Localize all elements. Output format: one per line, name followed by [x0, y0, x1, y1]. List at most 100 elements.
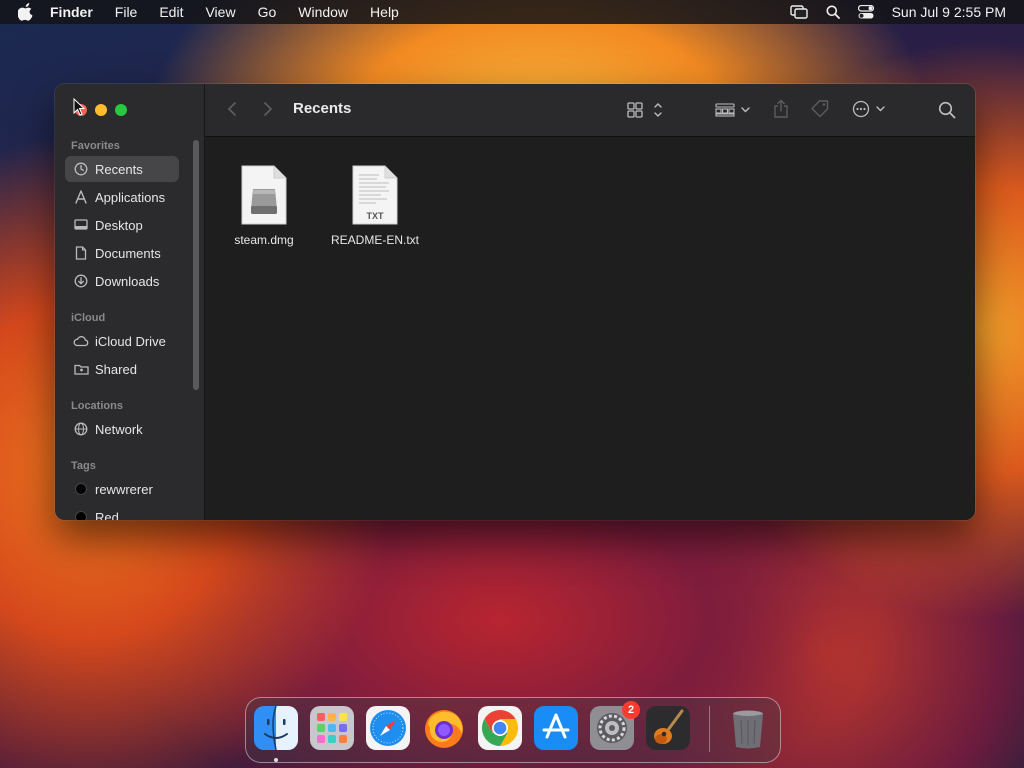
shared-folder-icon — [73, 361, 89, 377]
cloud-icon — [73, 333, 89, 349]
dock-separator — [709, 706, 710, 752]
file-item-steam-dmg[interactable]: steam.dmg — [209, 159, 319, 247]
tag-color-dot — [75, 511, 87, 520]
sidebar-item-label: Network — [95, 421, 143, 437]
menu-clock[interactable]: Sun Jul 9 2:55 PM — [892, 4, 1006, 20]
menu-view[interactable]: View — [205, 4, 235, 20]
tag-color-dot — [75, 483, 87, 495]
group-button[interactable] — [715, 101, 753, 119]
file-name: steam.dmg — [234, 233, 294, 247]
mouse-pointer-icon — [73, 98, 85, 116]
document-icon — [73, 245, 89, 261]
sidebar-item-downloads[interactable]: Downloads — [65, 268, 179, 294]
download-icon — [73, 273, 89, 289]
launchpad-icon — [310, 706, 354, 750]
sidebar-item-label: Recents — [95, 161, 143, 177]
sidebar-item-desktop[interactable]: Desktop — [65, 212, 179, 238]
minimize-button[interactable] — [95, 104, 107, 116]
finder-sidebar: Favorites Recents Applications Desktop D… — [55, 84, 205, 520]
back-button[interactable] — [227, 101, 237, 117]
dock-finder[interactable] — [254, 705, 298, 751]
sidebar-tag-red[interactable]: Red — [65, 504, 179, 520]
apple-menu-icon[interactable] — [18, 3, 36, 21]
finder-icon — [254, 705, 298, 751]
dock-system-settings[interactable]: 2 — [590, 701, 640, 750]
dock: 2 — [245, 697, 781, 763]
sidebar-item-documents[interactable]: Documents — [65, 240, 179, 266]
sidebar-item-network[interactable]: Network — [65, 416, 179, 442]
window-title: Recents — [293, 100, 352, 117]
app-store-icon — [534, 706, 578, 750]
clock-icon — [73, 161, 89, 177]
sidebar-item-label: Documents — [95, 245, 161, 261]
dock-chrome[interactable] — [478, 706, 522, 750]
group-grid-icon — [715, 103, 750, 117]
share-button[interactable] — [772, 99, 790, 119]
applications-icon — [73, 189, 89, 205]
tag-icon — [811, 100, 829, 118]
finder-window: Favorites Recents Applications Desktop D… — [55, 84, 975, 520]
file-browser-content: steam.dmg TXT README-EN.txt — [205, 137, 975, 520]
dock-safari[interactable] — [366, 706, 410, 750]
menu-finder[interactable]: Finder — [50, 4, 93, 20]
text-file-icon: TXT — [352, 165, 398, 225]
sidebar-section-icloud: iCloud — [71, 312, 106, 324]
screen-mirroring-icon[interactable] — [789, 5, 808, 19]
tag-button[interactable] — [810, 99, 830, 119]
sidebar-item-icloud-drive[interactable]: iCloud Drive — [65, 328, 179, 354]
firefox-icon — [425, 710, 463, 748]
sidebar-section-favorites: Favorites — [71, 140, 120, 152]
sidebar-item-label: Desktop — [95, 217, 143, 233]
sidebar-section-locations: Locations — [71, 400, 123, 412]
notification-badge: 2 — [622, 701, 640, 719]
forward-button[interactable] — [263, 101, 273, 117]
ellipsis-circle-icon — [852, 100, 885, 118]
safari-icon — [366, 706, 410, 750]
dock-trash[interactable] — [726, 706, 770, 750]
sidebar-tag-rewwrerer[interactable]: rewwrerer — [65, 476, 179, 502]
sidebar-scrollbar[interactable] — [193, 140, 199, 390]
sidebar-section-tags: Tags — [71, 460, 96, 472]
share-icon — [774, 99, 788, 118]
sidebar-item-label: iCloud Drive — [95, 333, 166, 349]
dock-app-store[interactable] — [534, 706, 578, 750]
network-icon — [73, 421, 89, 437]
sidebar-item-recents[interactable]: Recents — [65, 156, 179, 182]
control-center-icon[interactable] — [857, 5, 874, 19]
chrome-icon — [478, 706, 522, 750]
maximize-button[interactable] — [115, 104, 127, 116]
spotlight-search-icon[interactable] — [826, 5, 840, 19]
trash-icon — [733, 710, 763, 749]
file-item-readme-en-txt[interactable]: TXT README-EN.txt — [320, 159, 430, 247]
sidebar-item-label: Applications — [95, 189, 166, 205]
sidebar-item-applications[interactable]: Applications — [65, 184, 179, 210]
sidebar-item-label: rewwrerer — [95, 481, 153, 497]
chevron-left-icon — [227, 102, 236, 116]
menu-file[interactable]: File — [115, 4, 138, 20]
desktop-icon — [73, 217, 89, 233]
sidebar-item-shared[interactable]: Shared — [65, 356, 179, 382]
dock-launchpad[interactable] — [310, 706, 354, 750]
sidebar-item-label: Downloads — [95, 273, 160, 289]
view-mode-button[interactable] — [627, 101, 665, 119]
menu-bar: Finder File Edit View Go Window Help Sun… — [0, 0, 1024, 24]
running-indicator — [274, 758, 278, 762]
search-button[interactable] — [938, 101, 956, 119]
more-actions-button[interactable] — [852, 100, 888, 118]
disk-image-icon — [241, 165, 287, 225]
search-icon — [938, 101, 956, 119]
sidebar-item-label: Red — [95, 509, 119, 521]
garageband-icon — [646, 706, 690, 750]
chevron-right-icon — [264, 102, 273, 116]
dock-firefox[interactable] — [422, 706, 466, 750]
file-name: README-EN.txt — [330, 233, 419, 247]
icon-grid-view-icon — [627, 102, 662, 118]
menu-window[interactable]: Window — [298, 4, 348, 20]
menu-go[interactable]: Go — [258, 4, 277, 20]
finder-toolbar: Recents — [205, 84, 975, 137]
file-type-badge: TXT — [367, 211, 385, 221]
menu-edit[interactable]: Edit — [159, 4, 183, 20]
dock-garageband[interactable] — [646, 706, 690, 750]
sidebar-item-label: Shared — [95, 361, 137, 377]
menu-help[interactable]: Help — [370, 4, 399, 20]
